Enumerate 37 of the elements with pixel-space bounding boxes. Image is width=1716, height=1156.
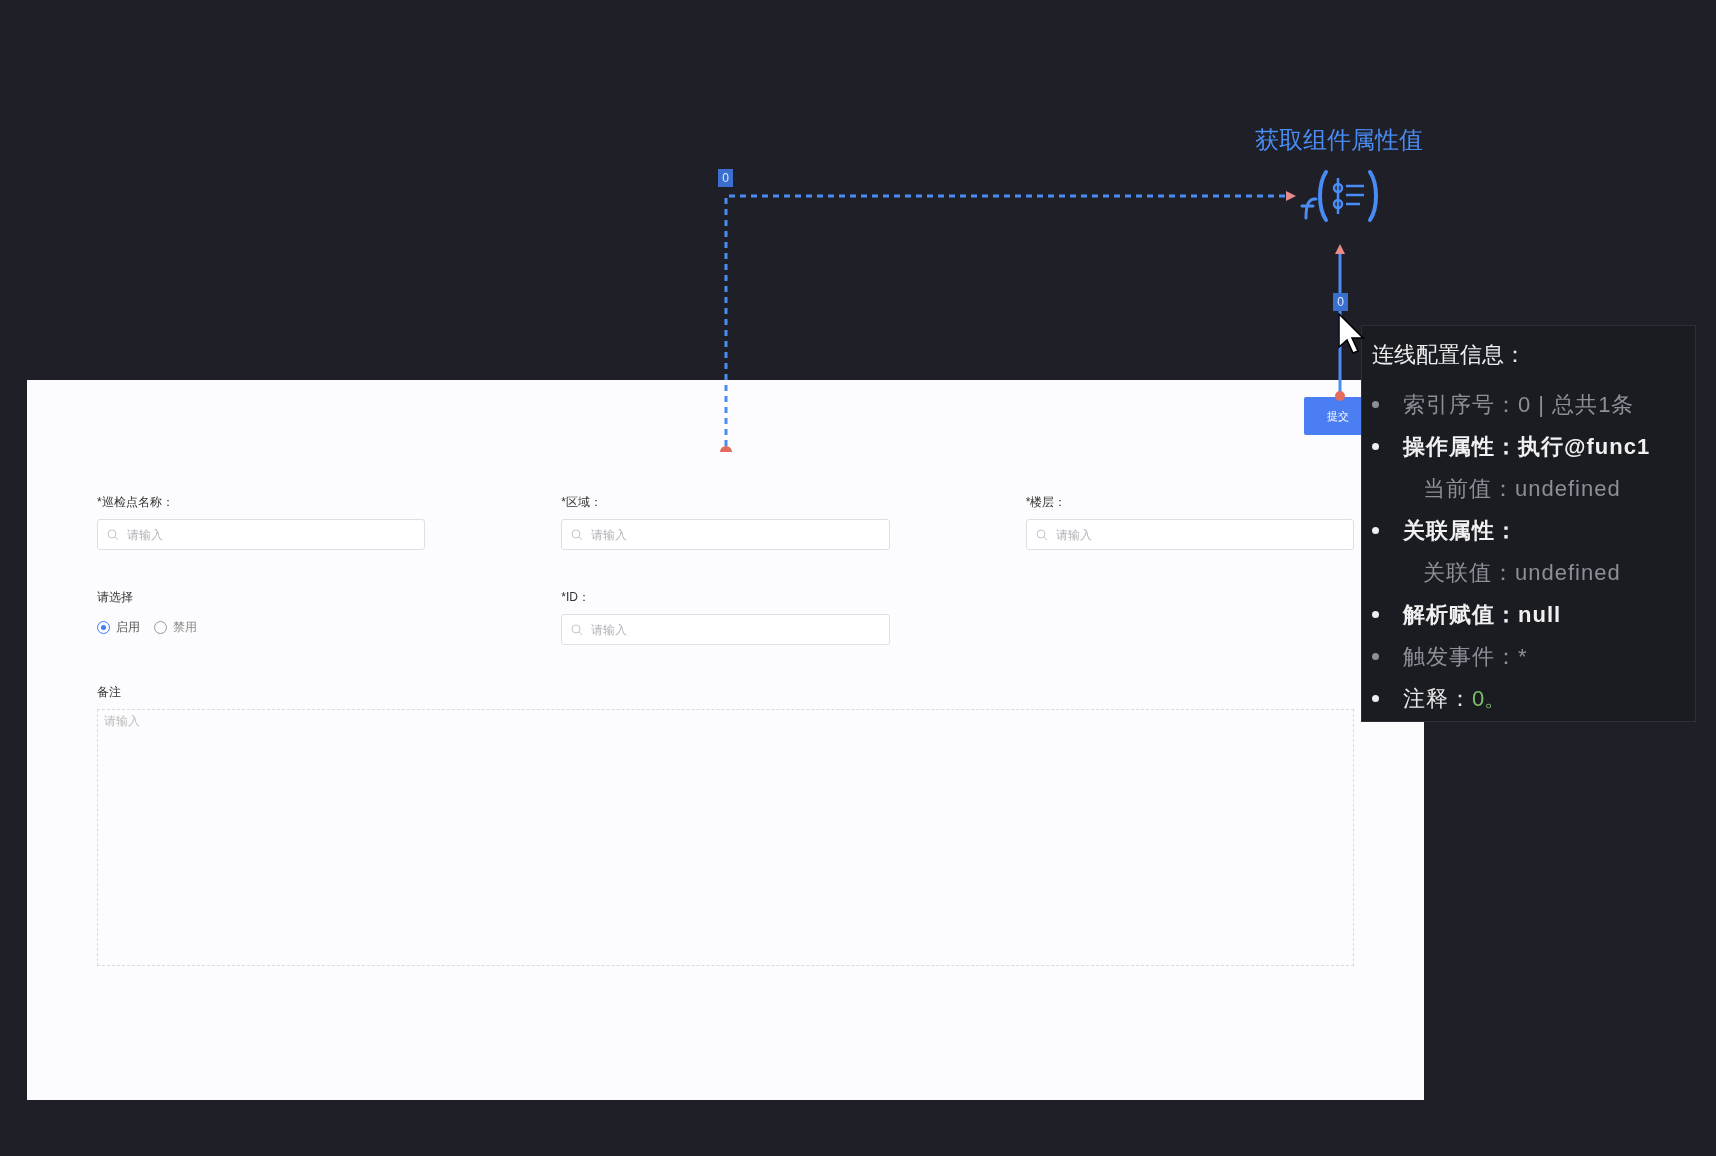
tooltip-text: 注释： xyxy=(1403,684,1472,713)
bullet-icon xyxy=(1372,652,1379,660)
cursor-icon xyxy=(1338,313,1366,355)
bullet-icon xyxy=(1372,694,1379,702)
field-label: *巡检点名称： xyxy=(97,495,175,509)
node-title: 获取组件属性值 xyxy=(1255,125,1423,155)
tooltip-text: 当前值：undefined xyxy=(1423,474,1621,503)
input-field[interactable]: 请输入 xyxy=(97,519,426,550)
field-label: *楼层： xyxy=(1025,495,1068,509)
input-field[interactable]: 请输入 xyxy=(561,614,890,645)
radio-label: 启用 xyxy=(116,619,140,636)
bullet-icon xyxy=(1372,442,1379,450)
bullet-icon xyxy=(1372,610,1379,618)
radio-label: 禁用 xyxy=(173,619,197,636)
search-icon xyxy=(571,529,584,541)
search-icon xyxy=(571,624,584,636)
tooltip-text: 关联值：undefined xyxy=(1423,558,1621,587)
search-icon xyxy=(1035,529,1048,541)
tooltip-text: 操作属性：执行@func1 xyxy=(1403,432,1651,461)
tooltip-text: 解析赋值：null xyxy=(1403,600,1562,629)
bullet-icon xyxy=(1372,400,1379,408)
field-label: 备注 xyxy=(97,685,122,699)
field-label: *区域： xyxy=(561,495,603,509)
tooltip-text: 触发事件：* xyxy=(1403,642,1528,671)
field-label: 请选择 xyxy=(97,590,134,604)
connector-label: 0 xyxy=(1333,293,1348,311)
search-icon xyxy=(107,529,119,541)
tooltip-title: 连线配置信息： xyxy=(1372,341,1527,369)
input-field[interactable]: 请输入 xyxy=(561,519,890,550)
field-label: *ID： xyxy=(561,590,591,604)
remarks-field[interactable]: 请输入 xyxy=(97,709,1354,966)
input-field[interactable]: 请输入 xyxy=(1025,519,1354,550)
tooltip-text: 索引序号：0 | 总共1条 xyxy=(1403,390,1635,419)
connector-label: 0 xyxy=(718,169,733,187)
tooltip-value: 0。 xyxy=(1472,684,1507,713)
bullet-icon xyxy=(1372,526,1379,534)
tooltip-text: 关联属性： xyxy=(1403,516,1518,545)
